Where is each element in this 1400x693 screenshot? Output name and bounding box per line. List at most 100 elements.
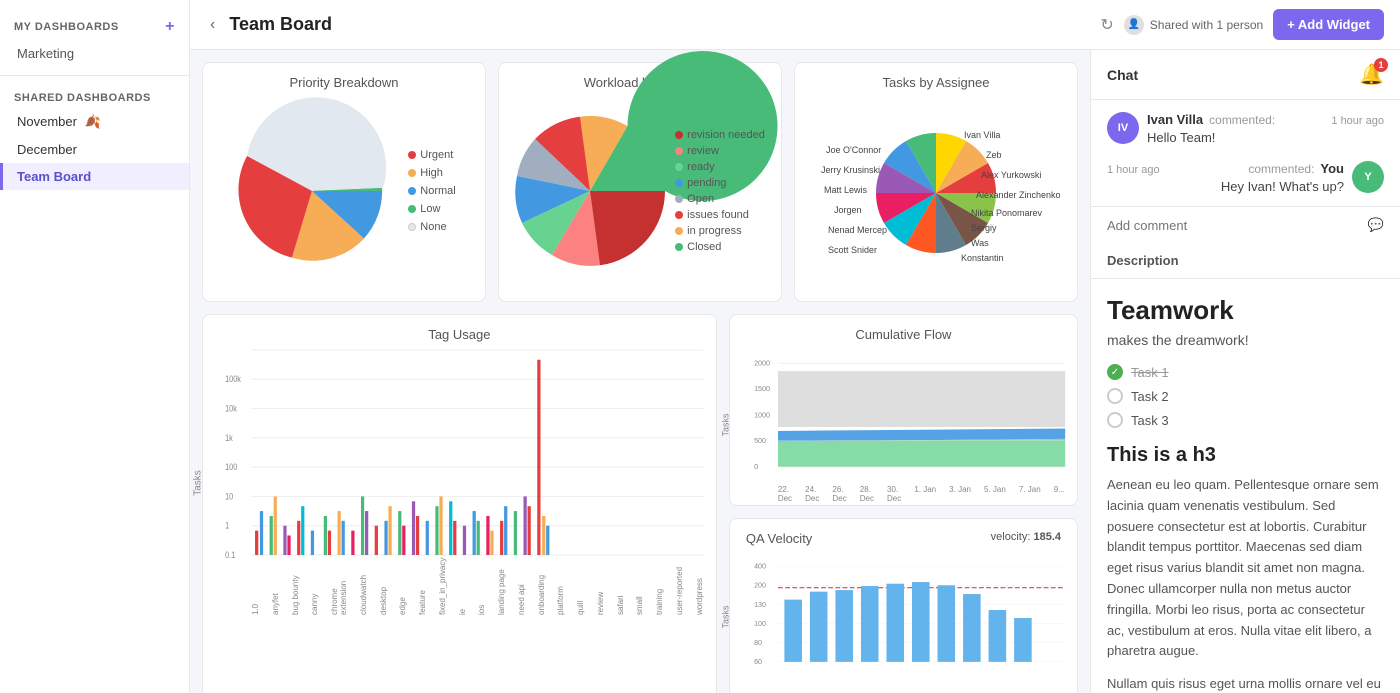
assignee-sergiy: Sergiy xyxy=(971,223,997,233)
assignee-joe: Joe O'Connor xyxy=(826,145,881,155)
cumulative-y-label: Tasks xyxy=(720,413,730,436)
qa-velocity-title: QA Velocity velocity: 185.4 xyxy=(742,531,1065,546)
wl-legend-inprogress: in progress xyxy=(675,225,765,237)
tag-usage-y-label: Tasks xyxy=(192,470,203,496)
content-area: Priority Breakdown xyxy=(190,50,1400,693)
back-button[interactable]: ‹ xyxy=(206,12,219,38)
assignee-matt: Matt Lewis xyxy=(824,185,868,195)
task-1-checkbox[interactable] xyxy=(1107,364,1123,380)
assignee-was: Was xyxy=(971,238,989,248)
tag-usage-title: Tag Usage xyxy=(215,327,704,342)
chat-action-ivan: commented: xyxy=(1209,113,1275,127)
chat-send-icon[interactable]: 💬 xyxy=(1368,217,1384,233)
assignee-jorgen: Jorgen xyxy=(834,205,862,215)
chat-bell-icon[interactable]: 🔔 1 xyxy=(1359,62,1384,87)
assignee-alex-y: Alex Yurkowski xyxy=(981,170,1041,180)
cumulative-flow-svg: 2000 1500 1000 500 0 xyxy=(778,350,1065,480)
shared-label: Shared with 1 person xyxy=(1150,18,1263,32)
chat-time-you: 1 hour ago xyxy=(1107,164,1160,176)
description-para-2: Nullam quis risus eget urna mollis ornar… xyxy=(1107,674,1384,693)
svg-text:0.1: 0.1 xyxy=(225,550,236,560)
sidebar-divider xyxy=(0,75,189,76)
chat-avatar-ivan: IV xyxy=(1107,112,1139,144)
chat-input-area: 💬 xyxy=(1091,206,1400,243)
right-panel: Chat 🔔 1 IV Ivan Villa xyxy=(1090,50,1400,693)
sidebar-item-marketing[interactable]: Marketing xyxy=(0,40,189,67)
chat-text-ivan: Hello Team! xyxy=(1147,130,1384,145)
task-item-2: Task 2 xyxy=(1107,388,1384,404)
wl-legend-open: Open xyxy=(675,193,765,205)
assignee-jerry: Jerry Krusinski xyxy=(821,165,880,175)
wl-legend-issues: issues found xyxy=(675,209,765,221)
cumulative-flow-x-labels: 22.Dec 24.Dec 26.Dec 28.Dec 30.Dec 1. Ja… xyxy=(778,485,1065,503)
legend-none: None xyxy=(408,221,455,233)
task-2-checkbox[interactable] xyxy=(1107,388,1123,404)
qa-velocity-y-label: Tasks xyxy=(720,605,730,628)
chat-input[interactable] xyxy=(1107,218,1360,233)
sidebar-item-november-label: November xyxy=(17,114,77,129)
description-title: Teamwork xyxy=(1107,295,1384,326)
description-header: Description xyxy=(1091,243,1400,279)
assignee-alex-z: Alexander Zinchenko xyxy=(976,190,1061,200)
task-list: Task 1 Task 2 Task 3 xyxy=(1107,364,1384,428)
svg-text:1k: 1k xyxy=(225,433,234,443)
legend-high: High xyxy=(408,167,455,179)
legend-low: Low xyxy=(408,203,455,215)
description-section: Description Teamwork makes the dreamwork… xyxy=(1091,243,1400,693)
svg-text:500: 500 xyxy=(754,437,766,445)
assignee-nikita: Nikita Ponomarev xyxy=(971,208,1043,218)
chat-avatar-you: Y xyxy=(1352,161,1384,193)
legend-dot-urgent xyxy=(408,151,416,159)
legend-dot-high xyxy=(408,169,416,177)
assignee-scott: Scott Snider xyxy=(828,245,877,255)
shared-info: 👤 Shared with 1 person xyxy=(1124,15,1263,35)
sidebar-item-december[interactable]: December xyxy=(0,136,189,163)
svg-text:10: 10 xyxy=(225,492,234,502)
priority-pie-chart xyxy=(232,111,392,271)
task-2-label: Task 2 xyxy=(1131,389,1169,404)
sidebar-item-team-board[interactable]: Team Board xyxy=(0,163,189,190)
add-widget-button[interactable]: + Add Widget xyxy=(1273,9,1384,40)
task-3-checkbox[interactable] xyxy=(1107,412,1123,428)
page-title: Team Board xyxy=(229,14,1090,35)
shared-dashboards-section: SHARED DASHBOARDS xyxy=(0,84,189,108)
tag-usage-svg: 0.1 1 10 100 1k 10k 100k xyxy=(251,350,704,555)
tag-usage-widget: Tag Usage 0. xyxy=(202,314,717,693)
assignee-konstantin: Konstantin xyxy=(961,253,1004,263)
right-charts-column: Cumulative Flow xyxy=(729,314,1078,693)
my-dashboards-label: MY DASHBOARDS xyxy=(14,21,119,33)
tag-usage-chart: 0.1 1 10 100 1k 10k 100k xyxy=(215,350,704,615)
chat-title: Chat xyxy=(1107,67,1138,83)
description-para-1: Aenean eu leo quam. Pellentesque ornare … xyxy=(1107,475,1384,662)
workload-legend: revision needed review ready pending Ope… xyxy=(675,129,765,253)
task-3-label: Task 3 xyxy=(1131,413,1169,428)
chat-message-content-you: You commented: 1 hour ago Hey Ivan! What… xyxy=(1107,161,1344,194)
chat-sender-ivan: Ivan Villa xyxy=(1147,112,1203,127)
user-icon: 👤 xyxy=(1124,15,1144,35)
assignee-pie-chart: Ivan Villa Zeb Alex Yurkowski Alexander … xyxy=(816,98,1056,283)
qa-velocity-svg: 400 200 130 100 80 60 xyxy=(778,554,1065,674)
assignee-nenad: Nenad Mercep xyxy=(828,225,887,235)
tasks-by-assignee-widget: Tasks by Assignee xyxy=(794,62,1078,302)
refresh-icon[interactable]: ↻ xyxy=(1100,15,1113,35)
priority-breakdown-title: Priority Breakdown xyxy=(215,75,473,90)
sidebar-item-november[interactable]: November 🍂 xyxy=(0,108,189,136)
svg-text:2000: 2000 xyxy=(754,360,770,368)
sidebar: MY DASHBOARDS + Marketing SHARED DASHBOA… xyxy=(0,0,190,693)
task-item-1: Task 1 xyxy=(1107,364,1384,380)
svg-text:200: 200 xyxy=(754,581,766,589)
add-dashboard-icon[interactable]: + xyxy=(165,18,175,36)
tasks-by-assignee-title: Tasks by Assignee xyxy=(807,75,1065,90)
svg-text:1: 1 xyxy=(225,521,230,531)
legend-normal: Normal xyxy=(408,185,455,197)
top-widget-row: Priority Breakdown xyxy=(202,62,1078,302)
workload-status-widget: Workload by Status xyxy=(498,62,782,302)
svg-text:400: 400 xyxy=(754,562,766,570)
qa-velocity-chart: 400 200 130 100 80 60 xyxy=(742,554,1065,684)
description-content: Teamwork makes the dreamwork! Task 1 Tas… xyxy=(1091,279,1400,693)
chat-message-ivan: IV Ivan Villa commented: 1 hour ago Hell… xyxy=(1107,112,1384,145)
my-dashboards-section: MY DASHBOARDS + xyxy=(0,10,189,40)
svg-text:1500: 1500 xyxy=(754,385,770,393)
svg-text:100k: 100k xyxy=(225,375,242,385)
svg-text:60: 60 xyxy=(754,658,762,666)
